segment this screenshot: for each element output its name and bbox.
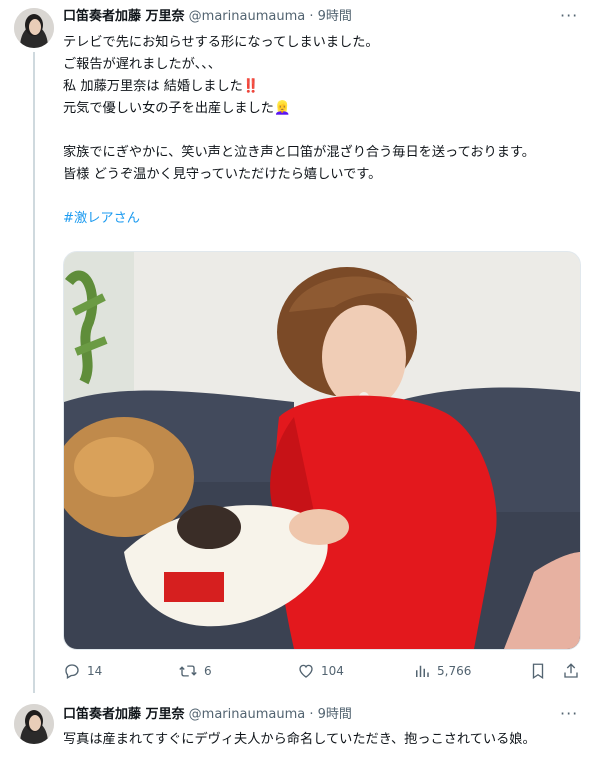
views-button[interactable]: 5,766 [413, 662, 471, 680]
share-icon [564, 663, 578, 678]
like-button[interactable]: 104 [297, 662, 344, 680]
tweet-line: 家族でにぎやかに、笑い声と泣き声と口笛が混ざり合う毎日を送っております。 [63, 145, 535, 160]
separator: · [309, 9, 314, 24]
avatar[interactable] [14, 704, 54, 744]
analytics-icon [416, 665, 429, 677]
hashtag-link[interactable]: #激レアさん [63, 211, 140, 226]
heart-icon [299, 664, 313, 678]
like-count: 104 [321, 664, 344, 678]
tweet-line: 皆様 どうぞ温かく見守っていただけたら嬉しいです。 [63, 167, 382, 182]
tweet-line [63, 120, 578, 142]
tweet-line: 元気で優しい女の子を出産しました👱‍♀️ [63, 101, 291, 116]
bookmark-icon [532, 663, 544, 680]
tweet-text: 写真は産まれてすぐにデヴィ夫人から命名していただき、抱っこされている娘。 [63, 732, 536, 747]
tweet-header: 口笛奏者加藤 万里奈 @marinaumauma · 9時間 [63, 706, 352, 724]
bookmark-button[interactable] [530, 662, 546, 680]
handle[interactable]: @marinaumauma [189, 9, 306, 24]
retweet-icon [179, 665, 197, 677]
handle[interactable]: @marinaumauma [189, 707, 306, 722]
separator: · [309, 707, 314, 722]
display-name[interactable]: 口笛奏者加藤 万里奈 [63, 707, 185, 722]
retweet-count: 6 [204, 664, 212, 678]
reply-count: 14 [87, 664, 103, 678]
tweet-line: 私 加藤万里奈は 結婚しました‼️ [63, 79, 260, 94]
retweet-button[interactable]: 6 [178, 662, 212, 680]
reply-button[interactable]: 14 [63, 662, 102, 680]
tweet-header: 口笛奏者加藤 万里奈 @marinaumauma · 9時間 [63, 8, 352, 26]
tweet-line: テレビで先にお知らせする形になってしまいました。 [63, 35, 379, 50]
tweet-line: ご報告が遅れましたが、、、 [63, 57, 221, 72]
photo-illustration [64, 252, 580, 649]
tweet-line [63, 186, 578, 208]
tweet-text: テレビで先にお知らせする形になってしまいました。 ご報告が遅れましたが、、、 私… [63, 32, 578, 230]
tweet-photo[interactable] [63, 251, 581, 650]
timestamp[interactable]: 9時間 [318, 707, 352, 722]
avatar[interactable] [14, 8, 54, 48]
more-icon[interactable]: ··· [560, 6, 578, 25]
views-count: 5,766 [437, 664, 472, 678]
thread-line [33, 52, 35, 693]
more-icon[interactable]: ··· [560, 704, 578, 723]
share-button[interactable] [562, 662, 580, 680]
timestamp[interactable]: 9時間 [318, 9, 352, 24]
reply-icon [65, 664, 79, 679]
display-name[interactable]: 口笛奏者加藤 万里奈 [63, 9, 185, 24]
